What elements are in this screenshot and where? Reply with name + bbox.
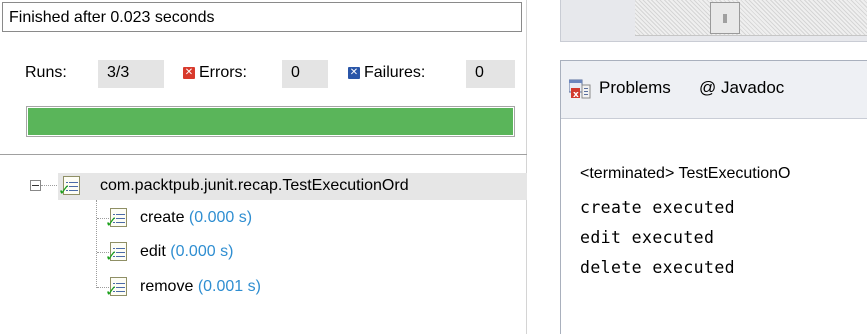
progress-bar <box>26 106 515 137</box>
tree-connector <box>96 200 97 288</box>
test-passed-icon: ✓ <box>105 276 129 299</box>
test-name: edit <box>140 243 166 260</box>
failures-value: 0 <box>466 60 515 88</box>
run-counters: Runs: 3/3 ✕ Errors: 0 ✕ Failures: 0 <box>0 60 527 90</box>
test-time: (0.000 s) <box>188 209 253 226</box>
sash[interactable] <box>527 0 560 334</box>
tree-item-test[interactable]: edit (0.000 s) <box>140 243 233 261</box>
run-status-message: Finished after 0.023 seconds <box>2 2 522 32</box>
test-passed-icon: ✓ <box>105 241 129 264</box>
divider <box>0 154 527 155</box>
collapse-toggle[interactable] <box>30 180 41 191</box>
problems-icon: x <box>569 79 591 99</box>
tree-item-test[interactable]: remove (0.001 s) <box>140 278 261 296</box>
error-icon: ✕ <box>183 67 195 79</box>
view-tabbar: x Problems @ Javadoc <box>561 61 867 119</box>
test-time: (0.000 s) <box>170 243 234 260</box>
test-name: create <box>140 209 185 226</box>
tab-javadoc[interactable]: @ Javadoc <box>699 78 784 98</box>
tree-item-test[interactable]: create (0.000 s) <box>140 209 252 227</box>
svg-text:x: x <box>573 90 579 99</box>
test-name: remove <box>140 278 194 295</box>
runs-label: Runs: <box>25 64 67 81</box>
console-view: x Problems @ Javadoc <terminated> TestEx… <box>560 60 867 334</box>
tree-label-suite: com.packtpub.junit.recap.TestExecutionOr… <box>100 177 409 194</box>
test-time: (0.001 s) <box>197 278 261 295</box>
console-title: <terminated> TestExecutionO <box>580 165 791 182</box>
test-suite-icon: ✓ <box>58 175 82 198</box>
progress-bar-fill <box>28 108 513 135</box>
errors-value: 0 <box>282 60 328 88</box>
failure-icon: ✕ <box>348 67 360 79</box>
errors-label: Errors: <box>199 64 247 81</box>
test-passed-icon: ✓ <box>105 207 129 230</box>
junit-view: Finished after 0.023 seconds Runs: 3/3 ✕… <box>0 0 527 334</box>
console-line: delete executed <box>580 258 736 277</box>
runs-value: 3/3 <box>98 60 164 88</box>
scrollbar-thumb[interactable] <box>710 2 740 34</box>
tab-problems[interactable]: Problems <box>599 78 671 98</box>
console-line: edit executed <box>580 228 715 247</box>
editor-area <box>560 0 867 42</box>
horizontal-scrollbar[interactable] <box>635 0 867 36</box>
console-line: create executed <box>580 198 736 217</box>
failures-label: Failures: <box>364 64 426 81</box>
